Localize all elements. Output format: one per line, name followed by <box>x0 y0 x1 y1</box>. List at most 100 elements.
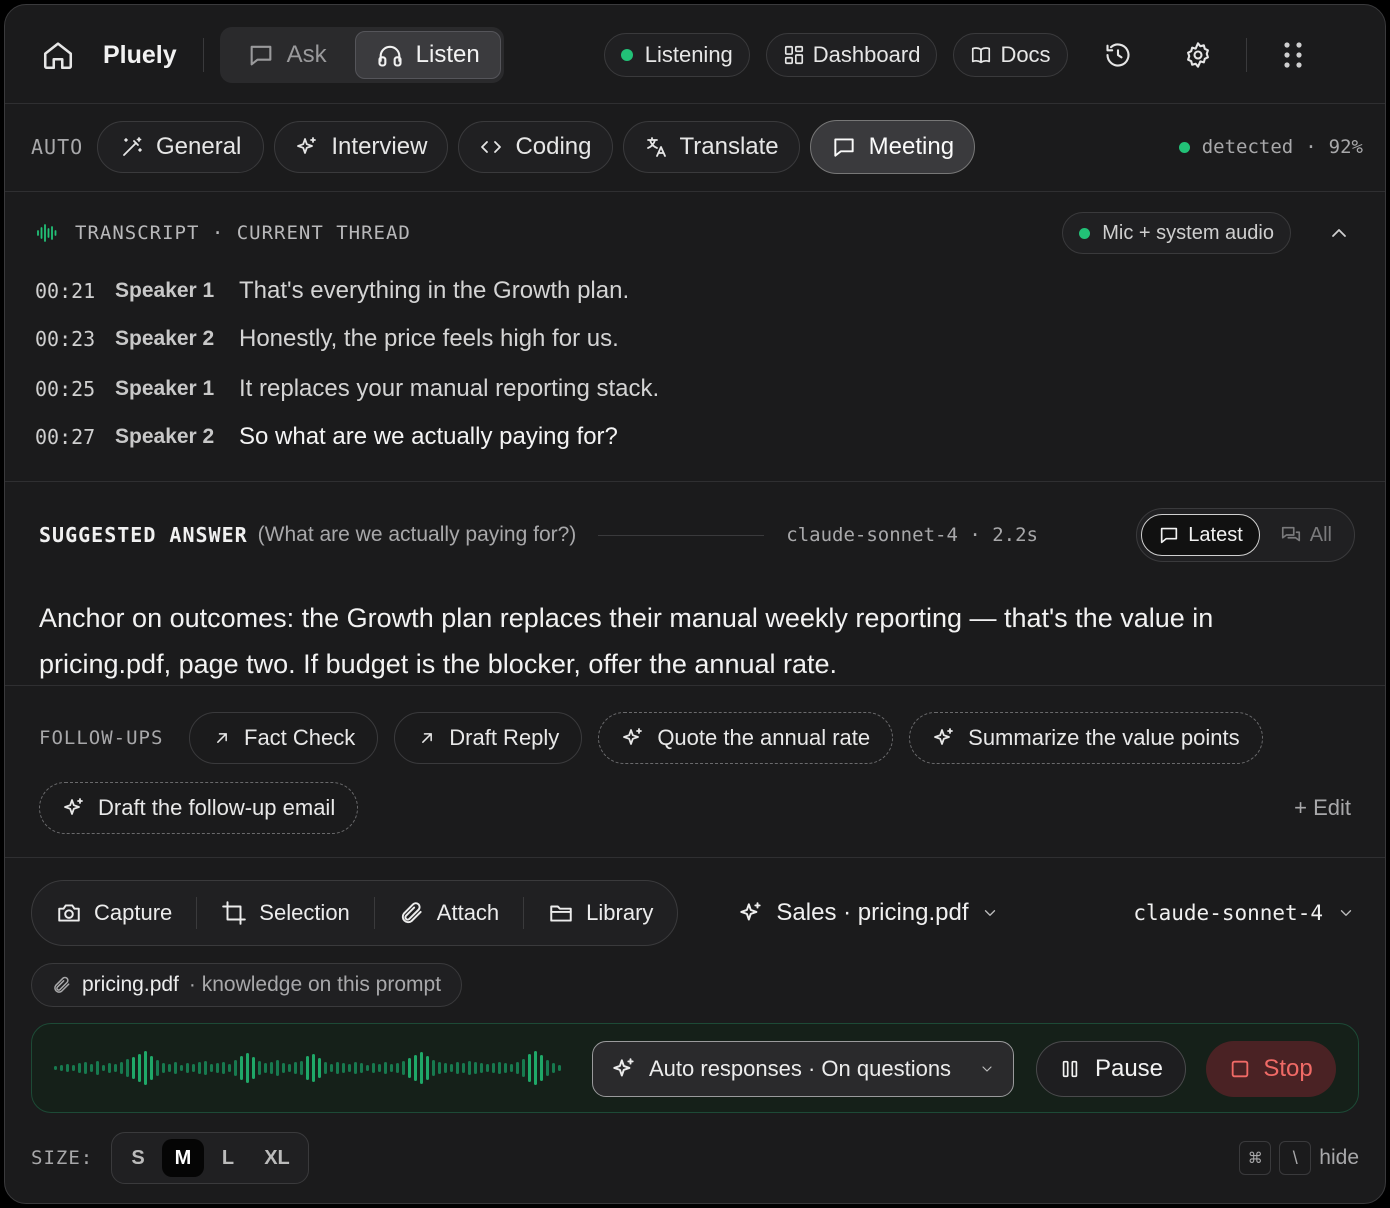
waveform-bar <box>66 1064 69 1072</box>
waveform-bar <box>396 1063 399 1073</box>
drag-handle-icon[interactable] <box>1283 41 1303 69</box>
answer-header: SUGGESTED ANSWER (What are we actually p… <box>5 507 1385 563</box>
waveform-bar <box>366 1065 369 1071</box>
all-label: All <box>1309 523 1332 546</box>
listening-status[interactable]: Listening <box>603 33 750 77</box>
library-button[interactable]: Library <box>524 893 677 933</box>
waveform-bar <box>498 1062 501 1074</box>
auto-label: AUTO <box>31 135 84 159</box>
context-coding[interactable]: Coding <box>458 121 613 173</box>
knowledge-label: Sales · pricing.pdf <box>776 899 969 926</box>
hide-label: hide <box>1319 1146 1359 1169</box>
waveform-bar <box>354 1062 357 1074</box>
waveform-bar <box>420 1052 423 1084</box>
waveform-bar <box>264 1063 267 1073</box>
history-icon[interactable] <box>1104 41 1132 69</box>
pause-icon <box>1059 1058 1081 1080</box>
attachment-note: · knowledge on this prompt <box>188 973 442 996</box>
size-option-s[interactable]: S <box>118 1139 158 1177</box>
pause-button[interactable]: Pause <box>1036 1041 1186 1097</box>
size-option-m[interactable]: M <box>162 1139 204 1177</box>
model-selector[interactable]: claude-sonnet-4 <box>1133 901 1355 925</box>
attachment-chip[interactable]: pricing.pdf · knowledge on this prompt <box>31 963 463 1007</box>
waveform-bar <box>330 1064 333 1072</box>
waveform-bar <box>384 1062 387 1074</box>
speaker: Speaker 2 <box>115 425 215 448</box>
transcript-line: 00:27 Speaker 2 So what are we actually pa… <box>35 422 618 452</box>
ask-mode-button[interactable]: Ask <box>223 31 351 79</box>
waveform-bar <box>450 1064 453 1072</box>
divider <box>5 191 1385 192</box>
latest-toggle[interactable]: Latest <box>1141 514 1260 556</box>
waveform-bar <box>528 1054 531 1082</box>
waveform-bar <box>144 1051 147 1085</box>
settings-icon[interactable] <box>1184 41 1212 69</box>
answer-view-toggle: Latest All <box>1136 508 1355 562</box>
context-general[interactable]: General <box>97 121 265 173</box>
stop-button[interactable]: Stop <box>1206 1041 1336 1097</box>
waveform-bar <box>516 1062 519 1074</box>
status-dot <box>620 49 633 61</box>
waveform-bar <box>114 1064 117 1072</box>
context-interview[interactable]: Interview <box>274 121 449 173</box>
waveform-bar <box>540 1055 543 1081</box>
suggestion-draft-email[interactable]: Draft the follow-up email <box>39 782 359 834</box>
chat-icon <box>1158 524 1180 546</box>
waveform-bar <box>84 1062 87 1074</box>
waveform-bar <box>348 1064 351 1072</box>
size-option-l[interactable]: L <box>208 1139 248 1177</box>
waveform-bar <box>216 1063 219 1073</box>
fact-check-button[interactable]: Fact Check <box>189 712 379 764</box>
all-toggle[interactable]: All <box>1266 514 1350 556</box>
selection-button[interactable]: Selection <box>197 893 374 933</box>
draft-reply-button[interactable]: Draft Reply <box>394 712 583 764</box>
waveform-bar <box>240 1056 243 1080</box>
waveform-bar <box>72 1065 75 1071</box>
waveform-bar <box>324 1062 327 1074</box>
hide-shortcut[interactable]: ⌘ \ hide <box>1239 1141 1359 1175</box>
context-translate[interactable]: Translate <box>622 121 800 173</box>
waveform-bar <box>276 1060 279 1076</box>
sparkles-icon <box>738 900 764 926</box>
arrow-up-right-icon <box>212 728 232 748</box>
edit-followups-button[interactable]: + Edit <box>1294 795 1351 821</box>
suggestion-label: Quote the annual rate <box>657 725 871 750</box>
context-label: Translate <box>679 133 779 160</box>
detection-status: detected · 92% <box>1178 136 1363 158</box>
dashboard-icon <box>783 44 805 66</box>
waveform-bar <box>492 1063 495 1073</box>
docs-button[interactable]: Docs <box>953 33 1068 77</box>
transcript-line: 00:23 Speaker 2 Honestly, the price feels … <box>35 324 619 354</box>
context-label: Coding <box>515 133 592 160</box>
capture-button[interactable]: Capture <box>32 893 196 933</box>
context-meeting[interactable]: Meeting <box>809 120 976 174</box>
listen-mode-button[interactable]: Listen <box>354 31 501 79</box>
waveform-bar <box>438 1062 441 1074</box>
selection-label: Selection <box>259 900 350 925</box>
knowledge-selector[interactable]: Sales · pricing.pdf <box>738 899 998 927</box>
context-label: General <box>156 133 242 160</box>
book-icon <box>970 44 992 66</box>
divider <box>598 534 765 536</box>
size-option-xl[interactable]: XL <box>252 1139 302 1177</box>
suggestion-quote-annual-rate[interactable]: Quote the annual rate <box>598 712 894 764</box>
followup-label: Fact Check <box>244 725 356 750</box>
waveform-bar <box>120 1062 123 1074</box>
paperclip-icon <box>399 900 425 926</box>
dashboard-button[interactable]: Dashboard <box>765 33 938 77</box>
audio-source-badge[interactable]: Mic + system audio <box>1062 212 1291 254</box>
waveform-bar <box>234 1060 237 1076</box>
detected-label: detected <box>1201 136 1294 158</box>
waveform-bar <box>96 1061 99 1075</box>
live-controls: Auto responses · On questions Pause Stop <box>31 1023 1359 1113</box>
waveform-bar <box>390 1064 393 1072</box>
answer-title: SUGGESTED ANSWER <box>39 523 248 547</box>
timestamp: 00:25 <box>35 377 96 401</box>
camera-icon <box>56 900 82 926</box>
home-icon[interactable] <box>41 38 75 72</box>
auto-responses-dropdown[interactable]: Auto responses · On questions <box>592 1041 1014 1097</box>
attach-button[interactable]: Attach <box>375 893 523 933</box>
waveform-bar <box>462 1063 465 1073</box>
suggestion-summarize-value[interactable]: Summarize the value points <box>909 712 1263 764</box>
collapse-chevron-icon[interactable] <box>1327 221 1351 245</box>
